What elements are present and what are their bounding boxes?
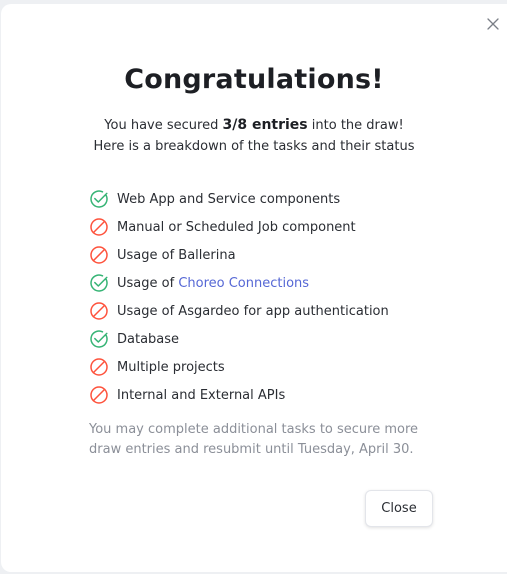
prohibited-icon [89, 245, 109, 265]
task-item: Manual or Scheduled Job component [89, 213, 389, 241]
task-item: Internal and External APIs [89, 381, 389, 409]
prohibited-icon [89, 217, 109, 237]
prohibited-icon [89, 385, 109, 405]
summary-suffix: into the draw! [311, 118, 404, 133]
task-label: Multiple projects [117, 359, 225, 375]
task-label-prefix: Usage of [117, 275, 175, 291]
task-item: Usage of Ballerina [89, 241, 389, 269]
task-label: Database [117, 331, 180, 347]
task-list: Web App and Service components Manual or… [89, 185, 389, 409]
resubmit-note: You may complete additional tasks to sec… [89, 422, 419, 457]
summary-line-2: Here is a breakdown of the tasks and the… [93, 139, 415, 154]
task-label: Usage of Ballerina [117, 247, 236, 263]
task-label: Usage of Choreo Connections [117, 276, 309, 291]
task-item: Usage of Choreo Connections [89, 269, 389, 297]
entries-count: 3/8 entries [222, 117, 308, 133]
check-circle-icon [89, 329, 109, 349]
summary-prefix: You have secured [104, 118, 219, 133]
choreo-connections-link[interactable]: Choreo Connections [178, 276, 309, 291]
check-circle-icon [89, 273, 109, 293]
task-item: Database [89, 325, 389, 353]
task-item: Usage of Asgardeo for app authentication [89, 297, 389, 325]
prohibited-icon [89, 357, 109, 377]
close-button[interactable]: Close [365, 490, 433, 527]
prohibited-icon [89, 301, 109, 321]
dialog-title: Congratulations! [124, 64, 384, 95]
summary-line-1: You have secured 3/8 entries into the dr… [1, 115, 507, 136]
task-item: Web App and Service components [89, 185, 389, 213]
congratulations-dialog: Congratulations! You have secured 3/8 en… [1, 4, 507, 572]
close-icon[interactable] [485, 16, 501, 32]
task-label: Usage of Asgardeo for app authentication [117, 303, 389, 319]
entries-summary: You have secured 3/8 entries into the dr… [1, 115, 507, 157]
task-label: Manual or Scheduled Job component [117, 219, 356, 235]
task-item: Multiple projects [89, 353, 389, 381]
task-label: Internal and External APIs [117, 387, 286, 403]
task-label: Web App and Service components [117, 191, 341, 207]
check-circle-icon [89, 189, 109, 209]
